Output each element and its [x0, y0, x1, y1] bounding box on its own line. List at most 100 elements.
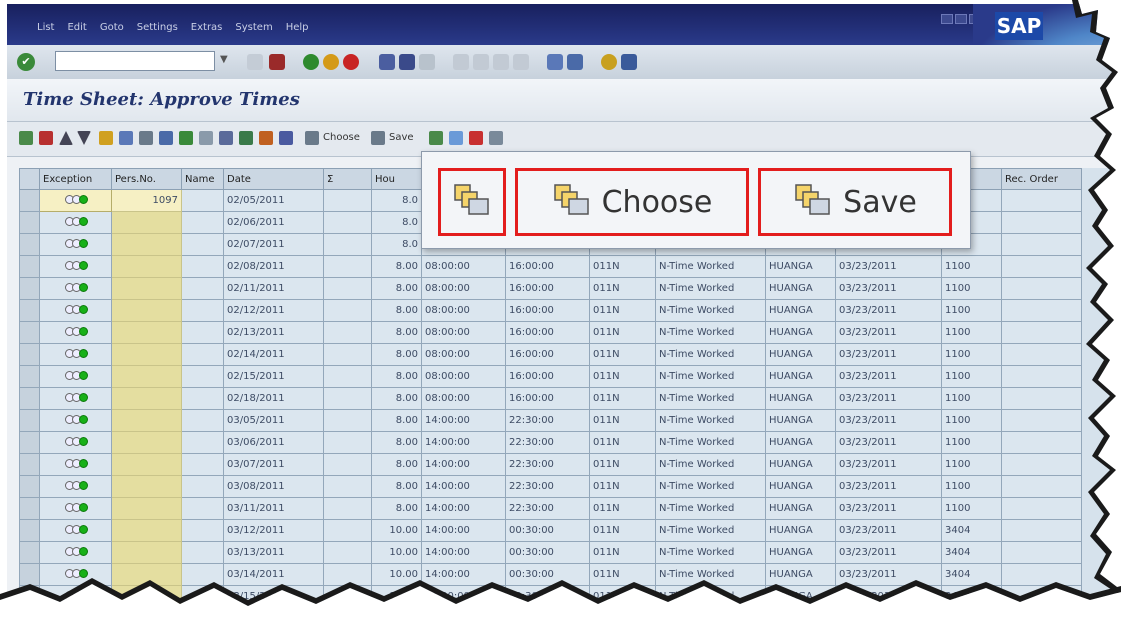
menu-goto[interactable]: Goto	[100, 22, 124, 33]
move-icon[interactable]	[449, 131, 463, 145]
save-list-icon[interactable]	[371, 131, 385, 145]
approve-icon[interactable]	[429, 131, 443, 145]
table-row[interactable]: 03/13/2011 10.00 14:00:00 00:30:00 011N N-Tim…	[19, 541, 1082, 564]
table-row[interactable]: 02/18/2011 8.00 08:00:00 16:00:00 011N N-Time…	[19, 387, 1082, 410]
row-selector[interactable]	[19, 409, 40, 432]
table-row[interactable]: 03/15/2011 10.00 14:00:00 00:30:00 011N N-Tim…	[19, 585, 1082, 608]
menu-settings[interactable]: Settings	[137, 22, 178, 33]
table-row[interactable]: 02/08/2011 8.00 08:00:00 16:00:00 011N N-Time…	[19, 255, 1082, 278]
row-selector[interactable]	[19, 519, 40, 542]
table-row[interactable]: 03/05/2011 8.00 14:00:00 22:30:00 011N N-Time…	[19, 409, 1082, 432]
pers-no-cell	[111, 475, 182, 498]
graphic-icon[interactable]	[259, 131, 273, 145]
details-icon[interactable]	[119, 131, 133, 145]
reject-icon[interactable]	[469, 131, 483, 145]
callout-save-button[interactable]: Save	[758, 168, 952, 236]
create-session-icon[interactable]	[547, 54, 563, 70]
cancel-icon[interactable]	[343, 54, 359, 70]
table-row[interactable]: 03/07/2011 8.00 14:00:00 22:30:00 011N N-Time…	[19, 453, 1082, 476]
last-page-icon[interactable]	[513, 54, 529, 70]
row-selector[interactable]	[19, 387, 40, 410]
row-selector[interactable]	[19, 497, 40, 520]
person-icon[interactable]	[99, 131, 113, 145]
row-selector[interactable]	[19, 475, 40, 498]
layout-change-icon[interactable]	[219, 131, 233, 145]
menu-extras[interactable]: Extras	[191, 22, 223, 33]
table-row[interactable]: 03/14/2011 10.00 14:00:00 00:30:00 011N N-Tim…	[19, 563, 1082, 586]
column-header[interactable]: Date	[223, 168, 324, 190]
back-arrow-icon[interactable]	[247, 54, 263, 70]
callout-icon-button[interactable]	[438, 168, 506, 236]
menu-help[interactable]: Help	[286, 22, 309, 33]
next-page-icon[interactable]	[493, 54, 509, 70]
table-row[interactable]: 02/11/2011 8.00 08:00:00 16:00:00 011N N-Time…	[19, 277, 1082, 300]
minimize-icon[interactable]	[941, 14, 953, 24]
save-button[interactable]: Save	[389, 132, 414, 143]
row-selector[interactable]	[19, 343, 40, 366]
table-row[interactable]: 02/15/2011 8.00 08:00:00 16:00:00 011N N-Time…	[19, 365, 1082, 388]
row-selector[interactable]	[19, 431, 40, 454]
table-row[interactable]: 02/12/2011 8.00 08:00:00 16:00:00 011N N-Time…	[19, 299, 1082, 322]
filter-icon[interactable]	[159, 131, 173, 145]
deselect-all-icon[interactable]	[39, 131, 53, 145]
column-header[interactable]: Pers.No.	[111, 168, 182, 190]
back-icon[interactable]	[303, 54, 319, 70]
sort-descending-icon[interactable]	[77, 131, 91, 145]
menu-edit[interactable]: Edit	[67, 22, 86, 33]
row-selector[interactable]	[19, 255, 40, 278]
export-icon[interactable]	[239, 131, 253, 145]
exit-icon[interactable]	[323, 54, 339, 70]
entered-by-cell: HUANGA	[765, 497, 836, 520]
callout-choose-button[interactable]: Choose	[515, 168, 749, 236]
column-header[interactable]: Rec. Order	[1001, 168, 1082, 190]
rec-order-cell	[1001, 431, 1082, 454]
row-selector[interactable]	[19, 321, 40, 344]
menu-system[interactable]: System	[235, 22, 272, 33]
row-selector[interactable]	[19, 365, 40, 388]
lock-icon[interactable]	[489, 131, 503, 145]
table-row[interactable]: 03/08/2011 8.00 14:00:00 22:30:00 011N N-Time…	[19, 475, 1082, 498]
print-preview-icon[interactable]	[139, 131, 153, 145]
table-row[interactable]: 02/14/2011 8.00 08:00:00 16:00:00 011N N-Time…	[19, 343, 1082, 366]
print-icon[interactable]	[379, 54, 395, 70]
view-icon[interactable]	[279, 131, 293, 145]
maximize-icon[interactable]	[955, 14, 967, 24]
table-row[interactable]: 03/06/2011 8.00 14:00:00 22:30:00 011N N-Time…	[19, 431, 1082, 454]
find-icon[interactable]	[399, 54, 415, 70]
row-selector[interactable]	[19, 277, 40, 300]
select-all-icon[interactable]	[19, 131, 33, 145]
command-history-icon[interactable]: ▼	[220, 54, 228, 65]
pers-no-cell	[111, 233, 182, 256]
save-icon[interactable]	[269, 54, 285, 70]
row-selector[interactable]	[19, 541, 40, 564]
choose-button[interactable]: Choose	[323, 132, 360, 143]
row-selector[interactable]	[19, 189, 40, 212]
find-next-icon[interactable]	[419, 54, 435, 70]
table-row[interactable]: 02/13/2011 8.00 08:00:00 16:00:00 011N N-Time…	[19, 321, 1082, 344]
select-all-column-header[interactable]	[19, 168, 40, 190]
row-selector[interactable]	[19, 563, 40, 586]
previous-page-icon[interactable]	[473, 54, 489, 70]
row-selector[interactable]	[19, 453, 40, 476]
row-selector[interactable]	[19, 233, 40, 256]
sum-icon[interactable]	[179, 131, 193, 145]
subtotal-icon[interactable]	[199, 131, 213, 145]
table-row[interactable]: 03/12/2011 10.00 14:00:00 00:30:00 011N N-Tim…	[19, 519, 1082, 542]
row-selector[interactable]	[19, 299, 40, 322]
column-header[interactable]: Σ	[323, 168, 372, 190]
help-icon[interactable]	[601, 54, 617, 70]
menu-list[interactable]: List	[37, 22, 54, 33]
column-header[interactable]: Exception	[39, 168, 112, 190]
row-selector[interactable]	[19, 211, 40, 234]
column-header[interactable]: Name	[181, 168, 224, 190]
sort-ascending-icon[interactable]	[59, 131, 73, 145]
choose-icon[interactable]	[305, 131, 319, 145]
layout-icon[interactable]	[621, 54, 637, 70]
table-row[interactable]: 03/11/2011 8.00 14:00:00 22:30:00 011N N-Time…	[19, 497, 1082, 520]
shortcut-icon[interactable]	[567, 54, 583, 70]
command-field[interactable]	[55, 51, 215, 71]
row-selector[interactable]	[19, 585, 40, 608]
column-header[interactable]: Hou	[371, 168, 422, 190]
enter-button[interactable]: ✔	[17, 53, 35, 71]
first-page-icon[interactable]	[453, 54, 469, 70]
